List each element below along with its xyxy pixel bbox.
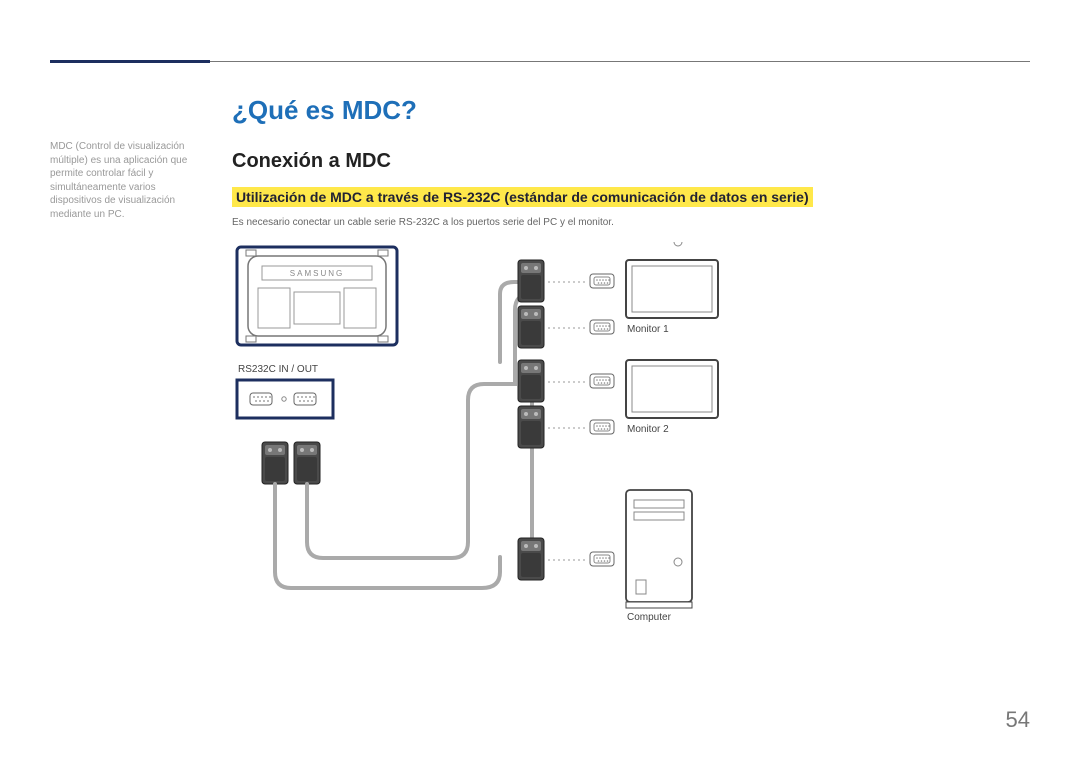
de9-port-icon	[590, 420, 614, 434]
section-subtitle: Conexión a MDC	[232, 150, 1030, 173]
page-title: ¿Qué es MDC?	[232, 95, 1030, 126]
connection-diagram: SAMSUNG	[232, 242, 792, 662]
header-rule-thin	[210, 61, 1030, 62]
serial-connector-pair-icon	[262, 442, 320, 484]
main-content: ¿Qué es MDC? Conexión a MDC Utilización …	[232, 95, 1030, 662]
serial-connector-icon	[518, 260, 544, 302]
display-back-panel-icon: SAMSUNG	[237, 247, 397, 345]
page-number: 54	[1006, 707, 1030, 733]
serial-connector-icon	[518, 306, 544, 348]
page: MDC (Control de visualización múltiple) …	[0, 0, 1080, 763]
serial-connector-icon	[518, 406, 544, 448]
serial-connector-icon	[518, 538, 544, 580]
body-text: Es necesario conectar un cable serie RS-…	[232, 217, 1030, 228]
monitor1-label: Monitor 1	[627, 324, 669, 335]
rs232c-label: RS232C IN / OUT	[238, 364, 318, 375]
de9-port-icon	[590, 320, 614, 334]
monitor2-label: Monitor 2	[627, 424, 669, 435]
de9-port-icon	[590, 374, 614, 388]
highlight-text: Utilización de MDC a través de RS-232C (…	[232, 187, 813, 207]
monitor-icon	[626, 360, 718, 418]
rs232c-port-box-icon	[237, 380, 333, 418]
de9-port-icon	[590, 552, 614, 566]
de9-port-icon	[590, 274, 614, 288]
header-rule-thick	[50, 60, 210, 63]
sidebar-note: MDC (Control de visualización múltiple) …	[50, 140, 210, 221]
brand-text: SAMSUNG	[290, 269, 344, 278]
monitor-icon	[626, 260, 718, 318]
serial-connector-icon	[518, 360, 544, 402]
computer-label: Computer	[627, 612, 671, 623]
